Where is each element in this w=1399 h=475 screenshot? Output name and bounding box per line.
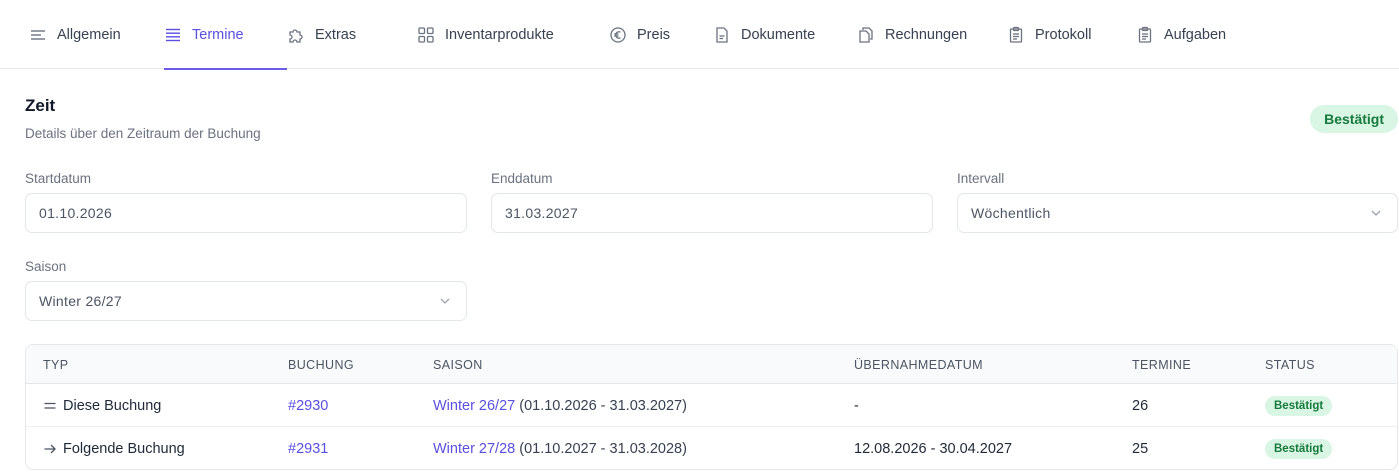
cell-saison: Winter 26/27 (01.10.2026 - 31.03.2027) bbox=[433, 384, 687, 427]
section-description: Details über den Zeitraum der Buchung bbox=[25, 126, 261, 141]
tab-label: Protokoll bbox=[1035, 26, 1092, 43]
start-date-input[interactable]: 01.10.2026 bbox=[25, 193, 467, 233]
season-select[interactable]: Winter 26/27 bbox=[25, 281, 467, 321]
header-typ: TYP bbox=[43, 357, 69, 372]
header-uebernahmedatum: ÜBERNAHMEDATUM bbox=[854, 357, 983, 372]
tab-label: Rechnungen bbox=[885, 26, 968, 43]
booking-link[interactable]: #2930 bbox=[288, 384, 328, 427]
tab-label: Inventarprodukte bbox=[445, 26, 554, 43]
tab-protokoll[interactable]: Protokoll bbox=[1007, 0, 1136, 69]
chevron-down-icon bbox=[438, 294, 452, 308]
table-header: TYP BUCHUNG SAISON ÜBERNAHMEDATUM TERMIN… bbox=[26, 345, 1397, 384]
tab-label: Allgemein bbox=[57, 26, 121, 43]
start-date-label: Startdatum bbox=[25, 171, 92, 186]
tab-label: Extras bbox=[315, 26, 357, 43]
tab-dokumente[interactable]: Dokumente bbox=[713, 0, 857, 69]
clipboard-icon bbox=[1136, 26, 1154, 44]
header-termine: TERMINE bbox=[1132, 357, 1192, 372]
clipboard-icon bbox=[1007, 26, 1025, 44]
equals-icon bbox=[43, 399, 57, 413]
tab-bar: Allgemein Termine Extras Inventarprodukt… bbox=[0, 0, 1399, 70]
list-icon bbox=[164, 26, 182, 44]
tab-aufgaben[interactable]: Aufgaben bbox=[1136, 0, 1246, 69]
season-link[interactable]: Winter 26/27 bbox=[433, 398, 515, 414]
end-date-input[interactable]: 31.03.2027 bbox=[491, 193, 933, 233]
document-icon bbox=[713, 26, 731, 44]
tab-label: Preis bbox=[637, 26, 671, 43]
table-row: Folgende Buchung #2931 Winter 27/28 (01.… bbox=[26, 427, 1397, 469]
tab-label: Termine bbox=[192, 26, 244, 43]
cell-status: Bestätigt bbox=[1265, 427, 1333, 469]
typ-label: Folgende Buchung bbox=[63, 440, 185, 457]
interval-label: Intervall bbox=[957, 171, 1005, 186]
status-badge: Bestätigt bbox=[1265, 438, 1333, 459]
typ-label: Diese Buchung bbox=[63, 397, 162, 414]
booking-link[interactable]: #2931 bbox=[288, 427, 328, 469]
season-range: (01.10.2027 - 31.03.2028) bbox=[515, 440, 687, 457]
menu-lines-icon bbox=[29, 26, 47, 44]
cell-typ: Folgende Buchung bbox=[43, 427, 185, 469]
table-row: Diese Buchung #2930 Winter 26/27 (01.10.… bbox=[26, 384, 1397, 427]
copy-icon bbox=[857, 26, 875, 44]
tab-label: Dokumente bbox=[741, 26, 816, 43]
header-buchung: BUCHUNG bbox=[288, 357, 354, 372]
arrow-right-icon bbox=[43, 442, 57, 456]
cell-uebernahmedatum: - bbox=[854, 397, 859, 414]
tab-extras[interactable]: Extras bbox=[287, 0, 417, 69]
puzzle-icon bbox=[287, 26, 305, 44]
season-link[interactable]: Winter 27/28 bbox=[433, 441, 515, 457]
season-label: Saison bbox=[25, 259, 67, 274]
interval-value: Wöchentlich bbox=[971, 205, 1051, 221]
cell-status: Bestätigt bbox=[1265, 384, 1333, 427]
header-saison: SAISON bbox=[433, 357, 483, 372]
cell-saison: Winter 27/28 (01.10.2027 - 31.03.2028) bbox=[433, 427, 687, 469]
chevron-down-icon bbox=[1369, 206, 1383, 220]
section-title: Zeit bbox=[25, 96, 56, 115]
bookings-table: TYP BUCHUNG SAISON ÜBERNAHMEDATUM TERMIN… bbox=[25, 344, 1398, 470]
tab-rechnungen[interactable]: Rechnungen bbox=[857, 0, 1007, 69]
tab-allgemein[interactable]: Allgemein bbox=[29, 0, 164, 69]
tab-inventarprodukte[interactable]: Inventarprodukte bbox=[417, 0, 609, 69]
season-range: (01.10.2026 - 31.03.2027) bbox=[515, 397, 687, 414]
tab-label: Aufgaben bbox=[1164, 26, 1227, 43]
end-date-label: Enddatum bbox=[491, 171, 553, 186]
cell-termine: 26 bbox=[1132, 397, 1149, 414]
season-value: Winter 26/27 bbox=[39, 293, 122, 309]
status-badge: Bestätigt bbox=[1310, 105, 1398, 133]
grid-icon bbox=[417, 26, 435, 44]
cell-termine: 25 bbox=[1132, 440, 1149, 457]
euro-icon bbox=[609, 26, 627, 44]
tab-preis[interactable]: Preis bbox=[609, 0, 713, 69]
header-status: STATUS bbox=[1265, 357, 1315, 372]
cell-typ: Diese Buchung bbox=[43, 384, 161, 427]
tab-termine[interactable]: Termine bbox=[164, 0, 287, 70]
status-badge: Bestätigt bbox=[1265, 395, 1333, 416]
cell-uebernahmedatum: 12.08.2026 - 30.04.2027 bbox=[854, 440, 1013, 457]
interval-select[interactable]: Wöchentlich bbox=[957, 193, 1398, 233]
